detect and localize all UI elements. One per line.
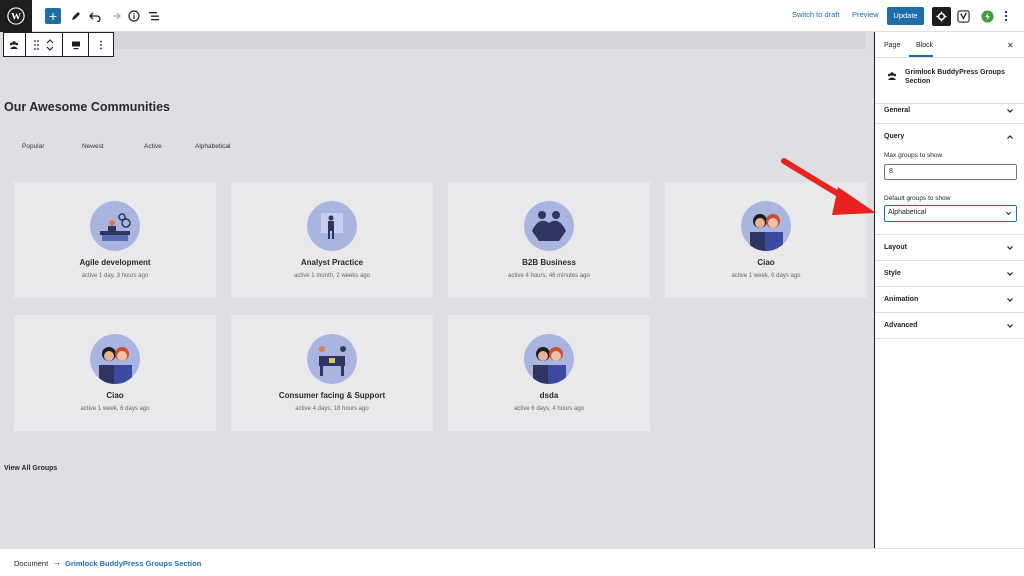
group-card[interactable]: Ciao active 1 week, 6 days ago [14,315,216,431]
group-activity: active 1 week, 6 days ago [80,406,150,412]
canvas-bottom-strip [0,526,874,548]
block-type-icon[interactable] [4,33,26,56]
max-groups-label: Max groups to show [884,152,943,159]
breadcrumb-document[interactable]: Document [14,559,48,568]
settings-sidebar: Page Block ✕ Grimlock BuddyPress Groups … [874,32,1024,548]
group-card[interactable]: Consumer facing & Support active 4 days,… [231,315,433,431]
tab-block[interactable]: Block [916,42,933,49]
chevron-down-icon [1007,324,1013,328]
breadcrumb-bar: Document → Grimlock BuddyPress Groups Se… [0,548,1024,576]
svg-text:W: W [11,12,21,23]
wordpress-logo-icon[interactable]: W [0,0,32,32]
add-block-button[interactable]: + [45,8,61,24]
group-activity: active 4 hours, 46 minutes ago [508,273,590,279]
breadcrumb-arrow-icon: → [53,558,61,567]
chevron-down-icon [1005,211,1012,216]
panel-title: Animation [884,296,919,303]
default-groups-label: Default groups to show [884,195,951,202]
active-tab-indicator [909,55,933,57]
redo-icon[interactable] [107,8,123,24]
yoast-icon[interactable] [955,8,971,24]
group-activity: active 4 days, 18 hours ago [295,406,369,412]
group-title[interactable]: Agile development [14,258,216,267]
panel-title: Advanced [884,322,918,329]
panel-query: Query Max groups to show 8 Default group… [875,124,1024,235]
undo-icon[interactable] [87,8,103,24]
chevron-down-icon [1007,109,1013,113]
handshake-illustration-icon [524,201,574,251]
update-button[interactable]: Update [887,7,924,25]
group-title[interactable]: B2B Business [448,258,650,267]
presenter-illustration-icon [307,201,357,251]
more-options-vertical-icon[interactable] [998,8,1014,24]
top-toolbar: W + Switch to draft Preview Update [0,0,1024,32]
group-block-icon [887,68,897,86]
group-activity: active 1 week, 6 days ago [731,273,801,279]
align-block-icon[interactable] [63,33,90,56]
group-card[interactable]: dsda active 6 days, 4 hours ago [448,315,650,431]
annotation-arrow-icon [781,158,876,215]
edit-pencil-icon[interactable] [68,8,84,24]
group-title[interactable]: Consumer facing & Support [231,391,433,400]
tab-active[interactable]: Active [144,143,162,150]
max-groups-input[interactable]: 8 [884,164,1017,180]
group-activity: active 1 day, 3 hours ago [81,273,149,279]
group-activity: active 6 days, 4 hours ago [513,406,585,412]
chevron-up-icon[interactable] [1006,133,1014,141]
performance-bolt-icon[interactable] [979,8,995,24]
panel-advanced[interactable]: Advanced [875,313,1024,339]
preview-link[interactable]: Preview [852,10,879,19]
list-view-icon[interactable] [146,8,162,24]
group-card[interactable]: B2B Business active 4 hours, 46 minutes … [448,182,650,298]
tab-newest[interactable]: Newest [82,143,104,150]
block-options-icon[interactable] [89,33,113,56]
support-illustration-icon [307,334,357,384]
sidebar-tabs: Page Block ✕ [875,32,1024,58]
block-name: Grimlock BuddyPress Groups Section [905,69,1005,85]
panel-animation[interactable]: Animation [875,287,1024,313]
panel-general[interactable]: General [875,98,1024,124]
settings-gear-icon[interactable] [932,7,951,26]
people-avatar-illustration-icon [90,334,140,384]
panel-style[interactable]: Style [875,261,1024,287]
block-toolbar [3,32,114,57]
default-groups-value: Alphabetical [888,209,927,216]
panel-title: Layout [884,244,907,251]
chevron-down-icon [1007,246,1013,250]
breadcrumb-current-block[interactable]: Grimlock BuddyPress Groups Section [65,559,201,568]
group-card[interactable]: Agile development active 1 day, 3 hours … [14,182,216,298]
group-card[interactable]: Analyst Practice active 1 month, 2 weeks… [231,182,433,298]
info-icon[interactable] [126,8,142,24]
close-icon[interactable]: ✕ [1007,41,1014,50]
tab-page[interactable]: Page [884,42,900,49]
tab-popular[interactable]: Popular [22,143,44,150]
group-title[interactable]: dsda [448,391,650,400]
group-activity: active 1 month, 2 weeks ago [293,273,371,279]
group-title[interactable]: Ciao [14,391,216,400]
panel-layout[interactable]: Layout [875,235,1024,261]
chevron-down-icon [1007,272,1013,276]
chevron-down-icon [1007,298,1013,302]
group-title[interactable]: Ciao [665,258,867,267]
drag-move-controls[interactable] [26,33,63,56]
section-heading: Our Awesome Communities [4,100,171,114]
panel-title: Style [884,270,901,277]
default-groups-select[interactable]: Alphabetical [884,205,1017,222]
people-avatar-illustration-icon [524,334,574,384]
canvas-top-strip [4,32,866,49]
panel-title: General [884,107,911,114]
tab-alphabetical[interactable]: Alphabetical [195,143,230,150]
view-all-groups-link[interactable]: View All Groups [4,465,57,472]
switch-to-draft-link[interactable]: Switch to draft [792,10,840,19]
group-title[interactable]: Analyst Practice [231,258,433,267]
team-desk-illustration-icon [90,201,140,251]
panel-title[interactable]: Query [884,133,904,140]
